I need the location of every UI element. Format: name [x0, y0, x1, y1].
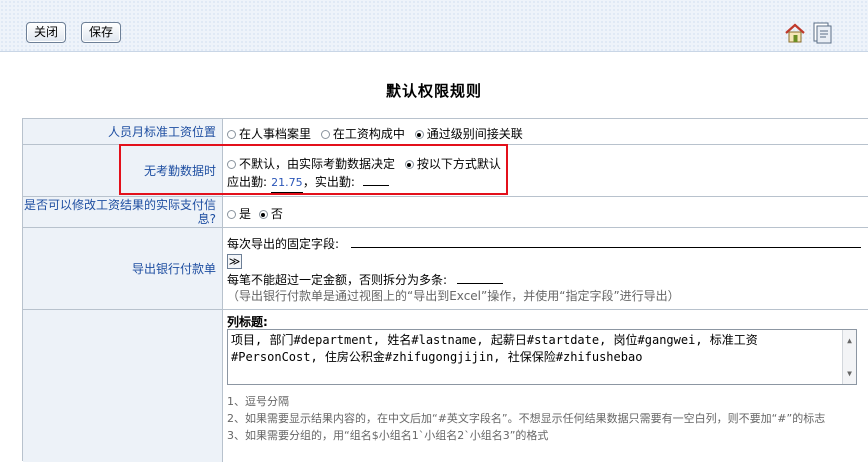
row-column-titles: 列标题: 项目, 部门#department, 姓名#lastname, 起薪日…: [23, 310, 868, 462]
option-personnel-file[interactable]: 在人事档案里: [227, 127, 311, 141]
home-icon[interactable]: [784, 22, 806, 44]
highlight-box: [119, 144, 508, 195]
label-modify-pay: 是否可以修改工资结果的实际支付信息?: [23, 197, 223, 227]
column-titles-notes: 1、逗号分隔 2、如果需要显示结果内容的，在中文后加“#英文字段名”。不想显示任…: [227, 393, 825, 444]
radio-personnel-file[interactable]: [227, 130, 236, 139]
bank-export-body: 每次导出的固定字段: ≫ 每笔不能超过一定金额，否则拆分为多条: （导出银行付款…: [227, 228, 868, 309]
save-button[interactable]: 保存: [81, 22, 121, 43]
radio-no[interactable]: [258, 210, 268, 219]
note-3: 3、如果需要分组的，用“组名$小组名1`小组名2`小组名3”的格式: [227, 429, 549, 442]
option-salary-structure[interactable]: 在工资构成中: [320, 127, 405, 141]
fixed-fields-label: 每次导出的固定字段:: [227, 237, 340, 251]
toolbar: 关闭 保存: [0, 0, 868, 52]
column-titles-text: 项目, 部门#department, 姓名#lastname, 起薪日#star…: [231, 333, 758, 364]
radio-salary-structure[interactable]: [320, 130, 330, 139]
column-titles-body: 列标题: 项目, 部门#department, 姓名#lastname, 起薪日…: [227, 310, 868, 462]
column-titles-textarea[interactable]: 项目, 部门#department, 姓名#lastname, 起薪日#star…: [227, 329, 857, 385]
row-bank-export: 导出银行付款单 每次导出的固定字段: ≫ 每笔不能超过一定金额，否则拆分为多条:…: [23, 228, 868, 310]
label-salary-position: 人员月标准工资位置: [23, 119, 223, 144]
row-modify-pay: 是否可以修改工资结果的实际支付信息? 是 否: [23, 197, 868, 228]
bank-export-note: （导出银行付款单是通过视图上的“导出到Excel”操作，并使用“指定字段”进行导…: [227, 289, 680, 303]
document-icon[interactable]: [812, 22, 832, 44]
salary-position-options: 在人事档案里 在工资构成中 通过级别间接关联: [227, 119, 868, 144]
row-salary-position: 人员月标准工资位置 在人事档案里 在工资构成中 通过级别间接关联: [23, 119, 868, 145]
radio-yes[interactable]: [227, 210, 236, 219]
scroll-up-icon[interactable]: ▲: [843, 332, 856, 349]
fixed-fields-input[interactable]: [350, 247, 861, 248]
option-no[interactable]: 否: [258, 207, 283, 221]
label-bank-export: 导出银行付款单: [23, 228, 223, 309]
close-button[interactable]: 关闭: [26, 22, 66, 43]
expand-fields-button[interactable]: ≫: [227, 254, 242, 269]
option-yes[interactable]: 是: [227, 207, 251, 221]
page-title: 默认权限规则: [385, 82, 482, 100]
column-titles-heading: 列标题:: [227, 315, 268, 329]
note-2: 2、如果需要显示结果内容的，在中文后加“#英文字段名”。不想显示任何结果数据只需…: [227, 412, 826, 425]
modify-pay-options: 是 否: [227, 197, 868, 227]
radio-level-link[interactable]: [414, 130, 424, 139]
label-column-titles: [23, 310, 223, 462]
split-amount-label: 每笔不能超过一定金额，否则拆分为多条:: [227, 273, 448, 287]
textarea-scrollbar[interactable]: ▲ ▼: [842, 330, 856, 384]
note-1: 1、逗号分隔: [227, 395, 289, 408]
scroll-down-icon[interactable]: ▼: [843, 365, 856, 382]
split-amount-input[interactable]: [456, 283, 503, 284]
option-level-link[interactable]: 通过级别间接关联: [414, 127, 523, 141]
